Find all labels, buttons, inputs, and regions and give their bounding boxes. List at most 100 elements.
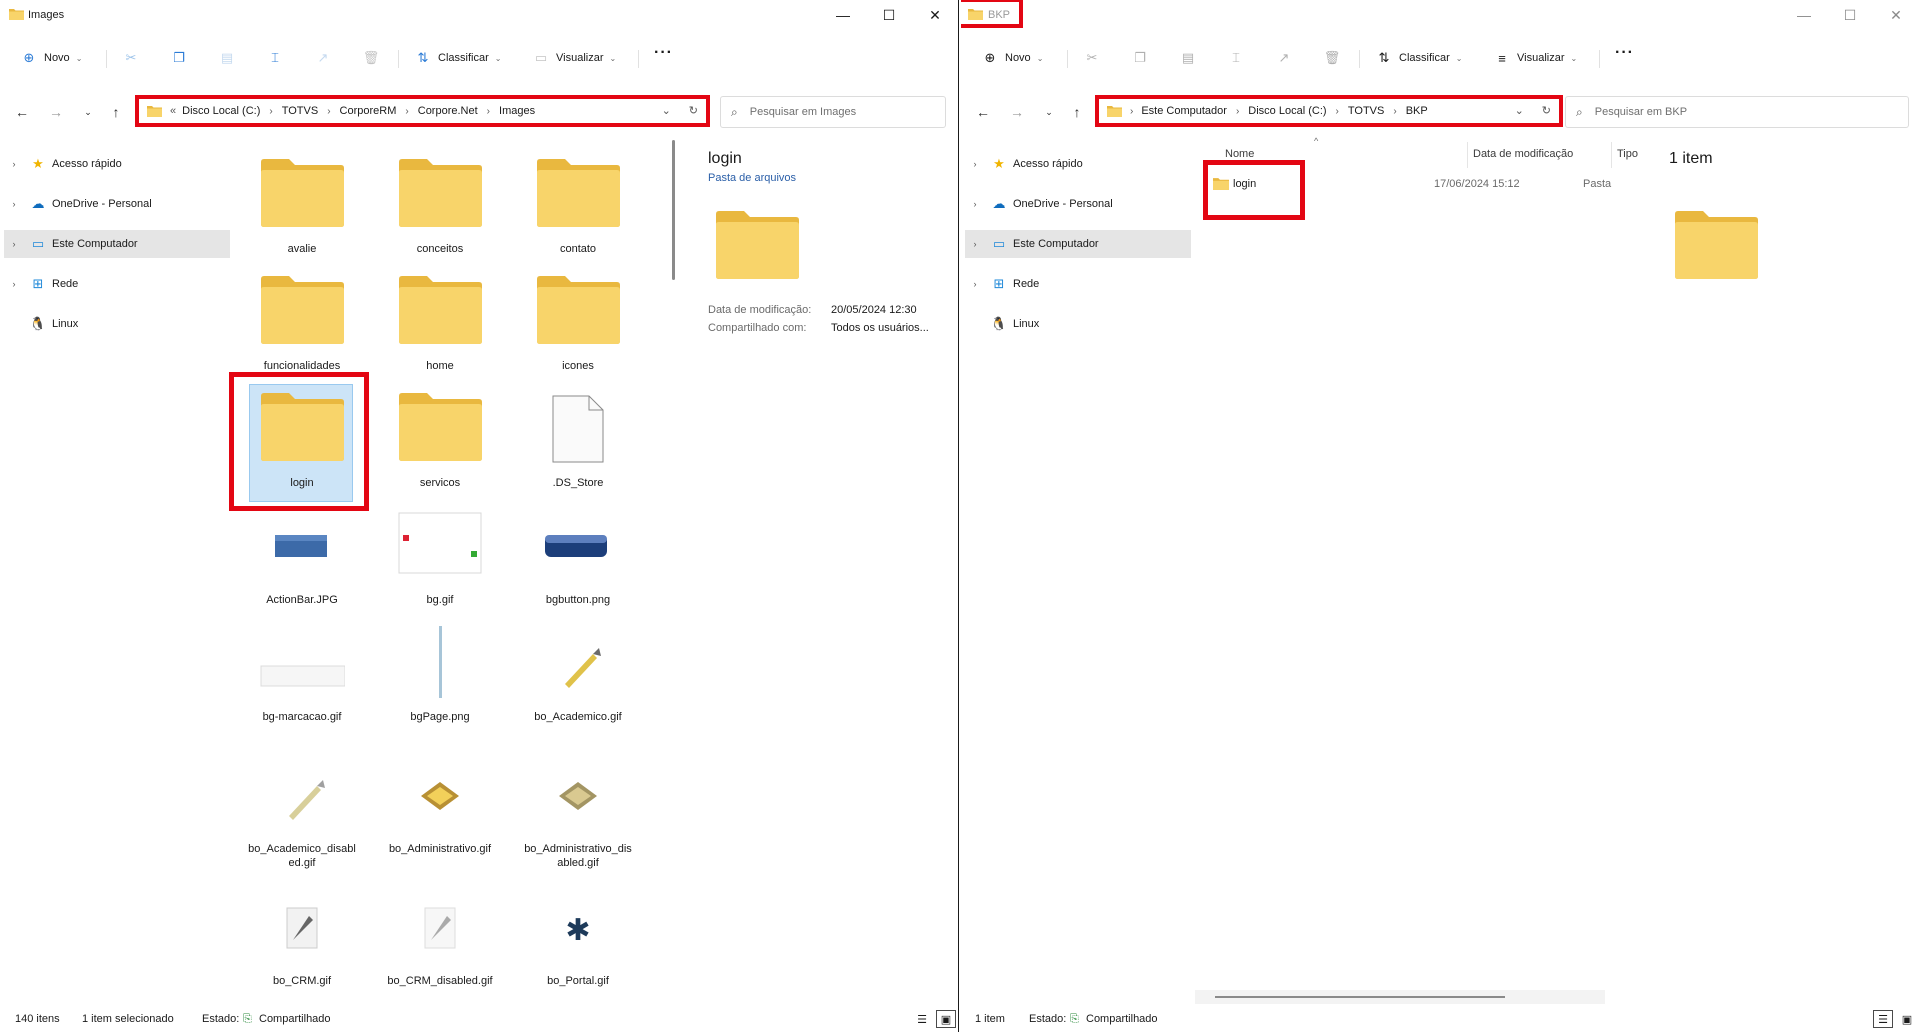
table-row[interactable]: login 17/06/2024 15:12 Pasta	[1213, 172, 1633, 196]
rename-button[interactable]: ⌶	[266, 46, 284, 70]
file-item[interactable]: ✱ bo_Portal.gif	[523, 890, 633, 990]
delete-button[interactable]: 🗑	[362, 46, 380, 70]
close-button[interactable]: ✕	[912, 0, 958, 30]
breadcrumb-item[interactable]: Este Computador	[1141, 105, 1227, 117]
sidebar-item-this-pc[interactable]: › ▭ Este Computador	[965, 230, 1191, 258]
sidebar-item-onedrive[interactable]: › ☁ OneDrive - Personal	[965, 190, 1191, 218]
file-item[interactable]: bo_Administrativo.gif	[385, 758, 495, 858]
file-item[interactable]: bo_CRM_disabled.gif	[385, 890, 495, 990]
share-button[interactable]: ↗	[1275, 46, 1293, 70]
folder-item[interactable]: funcionalidades	[247, 275, 357, 375]
more-options-button[interactable]: ···	[1615, 44, 1634, 62]
file-item[interactable]: bgPage.png	[385, 626, 495, 726]
chevron-right-icon[interactable]: ›	[965, 199, 985, 209]
breadcrumb-item[interactable]: Disco Local (C:)	[182, 105, 260, 117]
vertical-scrollbar[interactable]	[672, 140, 675, 280]
back-button[interactable]: ←	[12, 102, 32, 122]
sidebar-item-this-pc[interactable]: › ▭ Este Computador	[4, 230, 230, 258]
maximize-button[interactable]: ☐	[1827, 0, 1873, 30]
horizontal-scrollbar-thumb[interactable]	[1215, 996, 1505, 998]
chevron-right-icon[interactable]: ›	[4, 199, 24, 209]
folder-item[interactable]: icones	[523, 275, 633, 375]
title-bar[interactable]: BKP — ☐ ✕	[961, 0, 1919, 30]
paste-button[interactable]: ▤	[218, 46, 236, 70]
file-item[interactable]: bgbutton.png	[523, 509, 633, 609]
up-button[interactable]: ↑	[1067, 102, 1087, 122]
more-options-button[interactable]: ···	[654, 44, 673, 62]
tiles-view-icon[interactable]: ▣	[1897, 1010, 1917, 1028]
share-button[interactable]: ↗	[314, 46, 332, 70]
tiles-view-icon[interactable]: ▣	[936, 1010, 956, 1028]
horizontal-scrollbar-track[interactable]	[1195, 990, 1605, 1004]
copy-button[interactable]: ❐	[1131, 46, 1149, 70]
file-item[interactable]: bo_Administrativo_disabled.gif	[523, 758, 633, 869]
paste-button[interactable]: ▤	[1179, 46, 1197, 70]
up-button[interactable]: ↑	[106, 102, 126, 122]
back-button[interactable]: ←	[973, 102, 993, 122]
forward-button[interactable]: →	[46, 102, 66, 122]
chevron-down-icon[interactable]: ⌄	[1515, 104, 1524, 117]
recent-locations-button[interactable]: ⌄	[1039, 102, 1059, 122]
minimize-button[interactable]: —	[1781, 0, 1827, 30]
new-button[interactable]: ⊕ Novo ⌄	[981, 46, 1044, 70]
minimize-button[interactable]: —	[820, 0, 866, 30]
copy-button[interactable]: ❐	[170, 46, 188, 70]
chevron-right-icon[interactable]: ›	[4, 159, 24, 169]
sidebar-item-linux[interactable]: 🐧 Linux	[965, 310, 1191, 338]
column-header-type[interactable]: Tipo	[1617, 148, 1638, 160]
details-view-icon[interactable]: ☰	[1873, 1010, 1893, 1028]
sidebar-item-network[interactable]: › ⊞ Rede	[965, 270, 1191, 298]
folder-item[interactable]: contato	[523, 158, 633, 258]
view-button[interactable]: ≡ Visualizar ⌄	[1493, 46, 1577, 70]
file-item[interactable]: bg.gif	[385, 509, 495, 609]
chevron-right-icon[interactable]: ›	[965, 239, 985, 249]
column-header-name[interactable]: Nome	[1225, 148, 1254, 160]
sort-button[interactable]: ⇅ Classificar ⌄	[414, 46, 502, 70]
folder-item[interactable]: home	[385, 275, 495, 375]
search-input[interactable]: ⌕ Pesquisar em BKP	[1565, 96, 1909, 128]
cut-button[interactable]: ✂	[1083, 46, 1101, 70]
sidebar-item-quick-access[interactable]: › ★ Acesso rápido	[4, 150, 230, 178]
breadcrumb-item[interactable]: Images	[499, 105, 535, 117]
delete-button[interactable]: 🗑	[1323, 46, 1341, 70]
cut-button[interactable]: ✂	[122, 46, 140, 70]
recent-locations-button[interactable]: ⌄	[78, 102, 98, 122]
breadcrumb-item[interactable]: TOTVS	[282, 105, 318, 117]
refresh-icon[interactable]: ↻	[689, 104, 698, 117]
file-item[interactable]: bo_Academico_disabled.gif	[247, 758, 357, 869]
sidebar-item-quick-access[interactable]: › ★ Acesso rápido	[965, 150, 1191, 178]
file-item[interactable]: bo_CRM.gif	[247, 890, 357, 990]
sort-button[interactable]: ⇅ Classificar ⌄	[1375, 46, 1463, 70]
breadcrumb-item[interactable]: BKP	[1406, 105, 1428, 117]
details-view-icon[interactable]: ☰	[912, 1010, 932, 1028]
breadcrumb-item[interactable]: CorporeRM	[340, 105, 397, 117]
file-item[interactable]: bo_Academico.gif	[523, 626, 633, 726]
search-input[interactable]: ⌕ Pesquisar em Images	[720, 96, 946, 128]
refresh-icon[interactable]: ↻	[1542, 104, 1551, 117]
close-button[interactable]: ✕	[1873, 0, 1919, 30]
breadcrumb-item[interactable]: Disco Local (C:)	[1248, 105, 1326, 117]
chevron-right-icon[interactable]: ›	[4, 239, 24, 249]
address-bar[interactable]: › Este Computador › Disco Local (C:) › T…	[1095, 95, 1563, 127]
breadcrumb-item[interactable]: TOTVS	[1348, 105, 1384, 117]
sidebar-item-network[interactable]: › ⊞ Rede	[4, 270, 230, 298]
chevron-right-icon[interactable]: ›	[965, 159, 985, 169]
folder-item[interactable]: servicos	[385, 392, 495, 492]
chevron-right-icon[interactable]: ›	[4, 279, 24, 289]
folder-item[interactable]: avalie	[247, 158, 357, 258]
title-bar[interactable]: Images — ☐ ✕	[0, 0, 958, 30]
chevron-right-icon[interactable]: ›	[965, 279, 985, 289]
chevron-down-icon[interactable]: ⌄	[662, 104, 671, 117]
file-item[interactable]: ActionBar.JPG	[247, 509, 357, 609]
new-button[interactable]: ⊕ Novo ⌄	[20, 46, 83, 70]
column-header-modified[interactable]: Data de modificação	[1473, 148, 1573, 160]
sidebar-item-linux[interactable]: 🐧 Linux	[4, 310, 230, 338]
breadcrumb-overflow[interactable]: «	[170, 105, 176, 117]
breadcrumb-item[interactable]: Corpore.Net	[418, 105, 478, 117]
file-item[interactable]: .DS_Store	[523, 392, 633, 492]
sidebar-item-onedrive[interactable]: › ☁ OneDrive - Personal	[4, 190, 230, 218]
rename-button[interactable]: ⌶	[1227, 46, 1245, 70]
forward-button[interactable]: →	[1007, 102, 1027, 122]
file-item[interactable]: bg-marcacao.gif	[247, 626, 357, 726]
address-bar[interactable]: « Disco Local (C:) › TOTVS › CorporeRM ›…	[135, 95, 710, 127]
